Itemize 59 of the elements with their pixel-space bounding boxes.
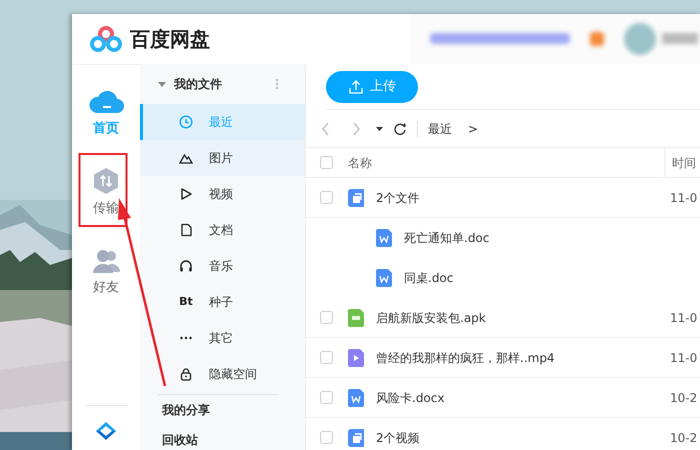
row-checkbox[interactable] <box>320 351 332 364</box>
app-title: 百度网盘 <box>130 26 210 53</box>
select-all-checkbox[interactable] <box>320 156 332 169</box>
app-logo-icon <box>94 420 118 442</box>
forward-button[interactable] <box>352 120 362 136</box>
logo-icon <box>90 26 122 52</box>
file-name[interactable]: 2个视频 <box>376 428 420 446</box>
column-header[interactable]: 名称 <box>348 154 372 172</box>
sidebar-link[interactable]: 我的分享 <box>140 395 305 425</box>
files-icon <box>348 188 364 206</box>
video-icon <box>348 348 364 366</box>
sidebar-item[interactable]: 其它 <box>140 320 305 356</box>
nav-tab[interactable]: 好友 <box>72 233 140 313</box>
row-checkbox[interactable] <box>320 431 332 444</box>
file-time: 10-2 <box>670 390 698 404</box>
file-name[interactable]: 启航新版安装包.apk <box>376 308 486 326</box>
caret-icon <box>158 82 166 86</box>
more-icon <box>275 78 279 90</box>
apk-icon <box>348 308 364 326</box>
breadcrumb-link[interactable]: 最近 <box>428 120 452 138</box>
mountain-icon <box>179 151 193 165</box>
friends-icon <box>92 248 120 274</box>
file-time: 11-0 <box>670 310 698 324</box>
sidebar-item[interactable]: 图片 <box>140 140 305 176</box>
play-icon <box>179 187 193 201</box>
file-name[interactable]: 2个文件 <box>376 188 420 206</box>
transfer-icon <box>92 167 120 196</box>
torrent-icon: Bt <box>179 294 193 310</box>
back-button[interactable] <box>320 120 330 136</box>
row-checkbox[interactable] <box>320 311 332 324</box>
breadcrumb-separator: > <box>468 120 478 138</box>
file-time: 11-0 <box>670 190 698 204</box>
row-checkbox[interactable] <box>320 191 332 204</box>
files-icon <box>348 428 364 446</box>
sidebar-item[interactable]: 音乐 <box>140 248 305 284</box>
refresh-button[interactable] <box>393 122 407 136</box>
file-name[interactable]: 曾经的我那样的疯狂，那样..mp4 <box>376 348 555 366</box>
word-icon <box>376 269 392 287</box>
file-name[interactable]: 同桌.doc <box>404 269 454 287</box>
upload-icon <box>348 78 364 94</box>
sidebar-link[interactable]: 回收站 <box>140 425 305 450</box>
word-icon <box>348 388 364 406</box>
sidebar-item[interactable]: 文档 <box>140 212 305 248</box>
section-title: 我的文件 <box>174 76 222 93</box>
file-name[interactable]: 风险卡.docx <box>376 388 444 406</box>
row-checkbox[interactable] <box>320 391 332 404</box>
word-icon <box>376 229 392 247</box>
file-time: 11-0 <box>670 350 698 364</box>
headphones-icon <box>179 259 193 273</box>
sidebar-item[interactable]: Bt 种子 <box>140 284 305 320</box>
sidebar-item[interactable]: 隐藏空间 <box>140 356 305 392</box>
file-time: 10-2 <box>670 430 698 444</box>
dropdown-button[interactable] <box>376 126 383 130</box>
sidebar-item[interactable]: 视频 <box>140 176 305 212</box>
file-name[interactable]: 死亡通知单.doc <box>404 229 490 247</box>
clock-icon <box>179 115 193 129</box>
column-header[interactable]: 时间 <box>672 154 696 172</box>
document-icon <box>179 223 193 237</box>
lock-icon <box>179 367 193 381</box>
